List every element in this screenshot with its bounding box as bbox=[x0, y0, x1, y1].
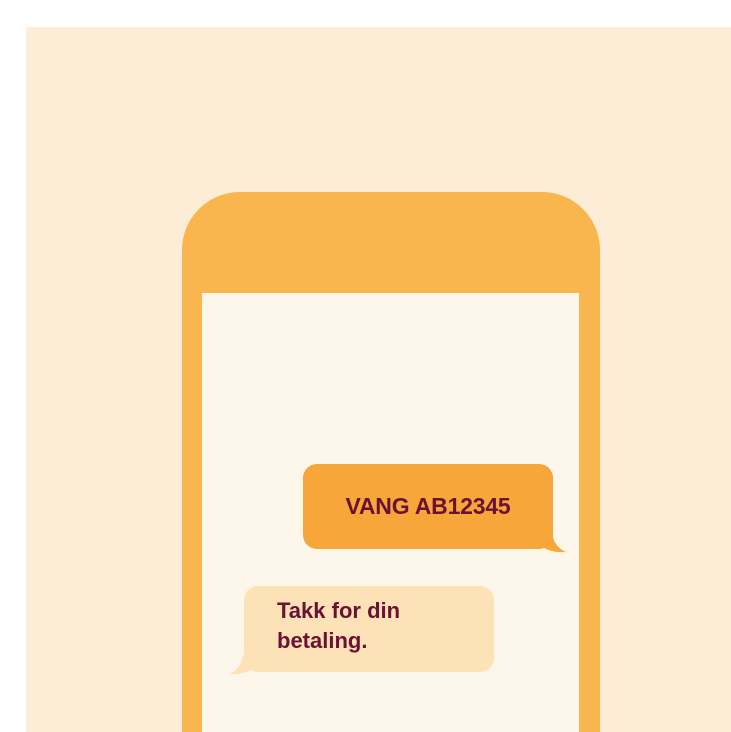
received-message-line-2: betaling. bbox=[277, 628, 368, 653]
sent-bubble-tail bbox=[542, 533, 566, 553]
sent-message-text: VANG AB12345 bbox=[345, 493, 511, 519]
received-message-bubble: Takk for din betaling. bbox=[244, 586, 494, 672]
received-bubble-tail bbox=[229, 655, 253, 675]
phone-illustration: VANG AB12345 Takk for din betaling. bbox=[182, 192, 600, 732]
received-message-line-1: Takk for din bbox=[277, 598, 401, 623]
illustration-background: VANG AB12345 Takk for din betaling. bbox=[26, 27, 731, 732]
sent-message-bubble: VANG AB12345 bbox=[303, 464, 553, 549]
phone-screen: VANG AB12345 Takk for din betaling. bbox=[202, 293, 579, 732]
